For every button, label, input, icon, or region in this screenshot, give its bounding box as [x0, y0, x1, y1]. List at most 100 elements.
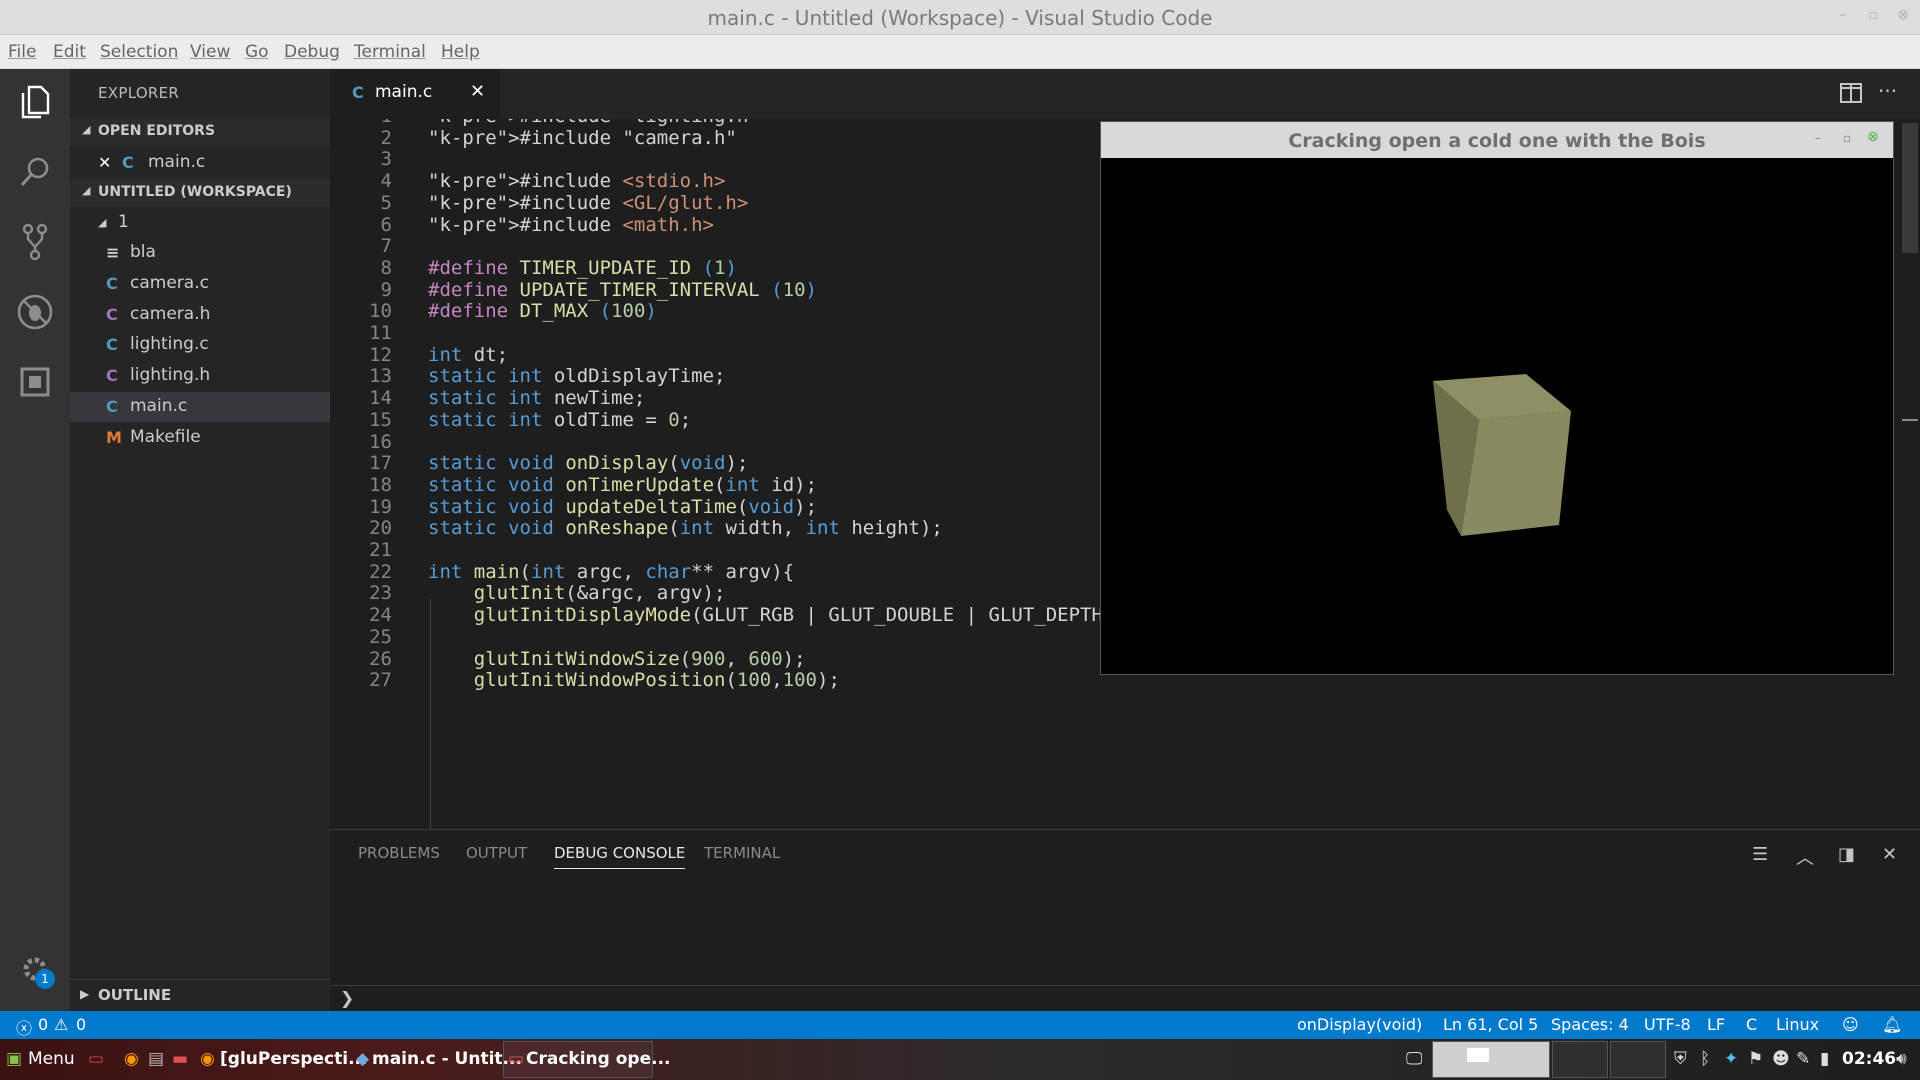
- window-list-icon[interactable]: 🖵︎: [1406, 1049, 1422, 1069]
- notifications-bell-icon[interactable]: 🔔︎: [1882, 1015, 1902, 1034]
- feedback-smiley-icon[interactable]: ☺: [1842, 1015, 1859, 1034]
- maximize-panel-icon[interactable]: ︿: [1796, 844, 1814, 870]
- clear-console-icon[interactable]: ☰: [1752, 844, 1768, 865]
- more-actions-icon[interactable]: ···: [1878, 79, 1897, 103]
- taskbar-window-glut[interactable]: Cracking ope...: [526, 1049, 670, 1069]
- menu-debug[interactable]: Debug: [284, 42, 340, 62]
- encoding[interactable]: UTF-8: [1644, 1015, 1691, 1034]
- warning-icon[interactable]: ⚠: [54, 1015, 68, 1034]
- workspace-3[interactable]: [1610, 1041, 1666, 1078]
- menu-selection[interactable]: Selection: [100, 42, 178, 62]
- volume-icon[interactable]: 🔊︎: [1896, 1049, 1907, 1069]
- folder-item[interactable]: ◢ 1: [70, 208, 330, 238]
- clock[interactable]: 02:46: [1842, 1049, 1896, 1069]
- panel-position-icon[interactable]: ◨: [1838, 844, 1855, 865]
- tab-main-c[interactable]: C main.c ✕: [330, 69, 500, 119]
- line-number: 24: [369, 604, 392, 627]
- open-editors-header[interactable]: ◢ OPEN EDITORS: [70, 118, 330, 146]
- scrollbar-thumb[interactable]: [1902, 123, 1918, 253]
- tab-output[interactable]: OUTPUT: [466, 844, 527, 862]
- split-editor-icon[interactable]: [1840, 83, 1862, 107]
- tab-debug-console[interactable]: DEBUG CONSOLE: [554, 844, 686, 869]
- battery-icon[interactable]: ▮: [1820, 1049, 1829, 1069]
- open-editor-item[interactable]: ✕ C main.c: [70, 148, 330, 178]
- glut-maximize-icon[interactable]: ▫: [1843, 131, 1851, 145]
- settings-gear-icon[interactable]: 1: [15, 949, 55, 989]
- rendered-cube: [1433, 374, 1571, 536]
- shield-icon[interactable]: ⛨: [1674, 1049, 1687, 1069]
- outline-section[interactable]: ▶ OUTLINE: [70, 979, 330, 1011]
- menu-view[interactable]: View: [190, 42, 230, 62]
- line-ending[interactable]: LF: [1707, 1015, 1725, 1034]
- error-count[interactable]: 0: [38, 1015, 48, 1034]
- line-number: 25: [369, 625, 392, 648]
- taskbar-window-browser[interactable]: [gluPerspecti...: [220, 1049, 367, 1069]
- file-name: camera.h: [130, 303, 211, 324]
- line-number: 14: [369, 387, 392, 410]
- file-item[interactable]: Ccamera.h: [70, 300, 330, 330]
- tab-terminal[interactable]: TERMINAL: [704, 844, 780, 862]
- debug-console-input[interactable]: ❯: [330, 985, 1920, 1012]
- network-icon[interactable]: ✦: [1724, 1049, 1738, 1069]
- minimize-icon[interactable]: –: [1834, 6, 1852, 24]
- glut-minimize-icon[interactable]: –: [1815, 131, 1821, 145]
- edit-tool-icon[interactable]: ✎: [1796, 1049, 1810, 1069]
- file-item[interactable]: Clighting.c: [70, 330, 330, 360]
- status-context[interactable]: onDisplay(void): [1297, 1015, 1422, 1034]
- debug-icon[interactable]: [15, 292, 55, 332]
- close-tab-icon[interactable]: ✕: [470, 81, 485, 102]
- maximize-icon[interactable]: ▫: [1864, 6, 1882, 24]
- window-title: main.c - Untitled (Workspace) - Visual S…: [707, 6, 1213, 30]
- explorer-files-icon[interactable]: [15, 82, 55, 122]
- glut-title-bar[interactable]: Cracking open a cold one with the Bois –…: [1101, 122, 1893, 158]
- source-control-icon[interactable]: [15, 222, 55, 262]
- firefox-icon[interactable]: ◉: [124, 1049, 139, 1069]
- collapse-arrow-icon: ▶: [80, 987, 90, 1001]
- file-item[interactable]: ≡ bla: [70, 238, 330, 268]
- glut-close-icon[interactable]: ⊗: [1867, 129, 1879, 145]
- keyboard-layout-flag-icon[interactable]: ⚑: [1748, 1049, 1763, 1069]
- makefile-icon: M: [106, 427, 122, 447]
- glut-window[interactable]: Cracking open a cold one with the Bois –…: [1100, 121, 1894, 675]
- menu-go[interactable]: Go: [245, 42, 269, 62]
- line-number: 27: [369, 669, 392, 692]
- file-name: main.c: [130, 396, 188, 416]
- close-icon[interactable]: ⊗: [1894, 6, 1912, 24]
- bluetooth-icon[interactable]: ᛒ: [1700, 1049, 1710, 1069]
- errors-icon[interactable]: ⓧ: [16, 1015, 32, 1039]
- workspace-header[interactable]: ◢ UNTITLED (WORKSPACE): [70, 179, 330, 207]
- cursor-position[interactable]: Ln 61, Col 5: [1443, 1015, 1538, 1034]
- file-item[interactable]: Clighting.h: [70, 361, 330, 391]
- menu-file[interactable]: File: [8, 42, 36, 62]
- platform[interactable]: Linux: [1776, 1015, 1819, 1034]
- workspace-1[interactable]: [1432, 1041, 1550, 1078]
- workspace-2[interactable]: [1552, 1041, 1608, 1078]
- screen: { "window": {"title": "main.c - Untitled…: [0, 0, 1920, 1080]
- menu-terminal[interactable]: Terminal: [354, 42, 426, 62]
- taskbar-window-vscode[interactable]: main.c - Untit...: [372, 1049, 522, 1069]
- close-panel-icon[interactable]: ✕: [1882, 844, 1897, 865]
- close-editor-icon[interactable]: ✕: [98, 153, 111, 172]
- show-desktop-icon[interactable]: ▭: [88, 1049, 104, 1069]
- line-text: int dt;: [428, 343, 509, 366]
- c-file-icon: C: [122, 153, 134, 172]
- start-menu-button[interactable]: Menu: [28, 1049, 75, 1069]
- file-item[interactable]: Ccamera.c: [70, 269, 330, 299]
- line-text: glutInit(&argc, argv);: [473, 582, 726, 605]
- file-item[interactable]: M Makefile: [70, 423, 330, 453]
- line-text: static int newTime;: [428, 387, 646, 410]
- file-item[interactable]: Cmain.c: [70, 392, 330, 422]
- language-mode[interactable]: C: [1746, 1015, 1757, 1034]
- tab-problems[interactable]: PROBLEMS: [358, 844, 440, 862]
- search-icon[interactable]: [15, 152, 55, 192]
- menu-help[interactable]: Help: [441, 42, 480, 62]
- indentation[interactable]: Spaces: 4: [1551, 1015, 1629, 1034]
- mint-menu-icon[interactable]: ▣: [6, 1049, 22, 1069]
- editor-scrollbar[interactable]: [1900, 119, 1920, 829]
- terminal-launcher-icon[interactable]: ▤: [148, 1049, 164, 1069]
- warning-count[interactable]: 0: [76, 1015, 86, 1034]
- user-icon[interactable]: ☻: [1772, 1049, 1790, 1069]
- files-launcher-icon[interactable]: ▬: [172, 1049, 188, 1069]
- extensions-icon[interactable]: [15, 362, 55, 402]
- menu-edit[interactable]: Edit: [53, 42, 86, 62]
